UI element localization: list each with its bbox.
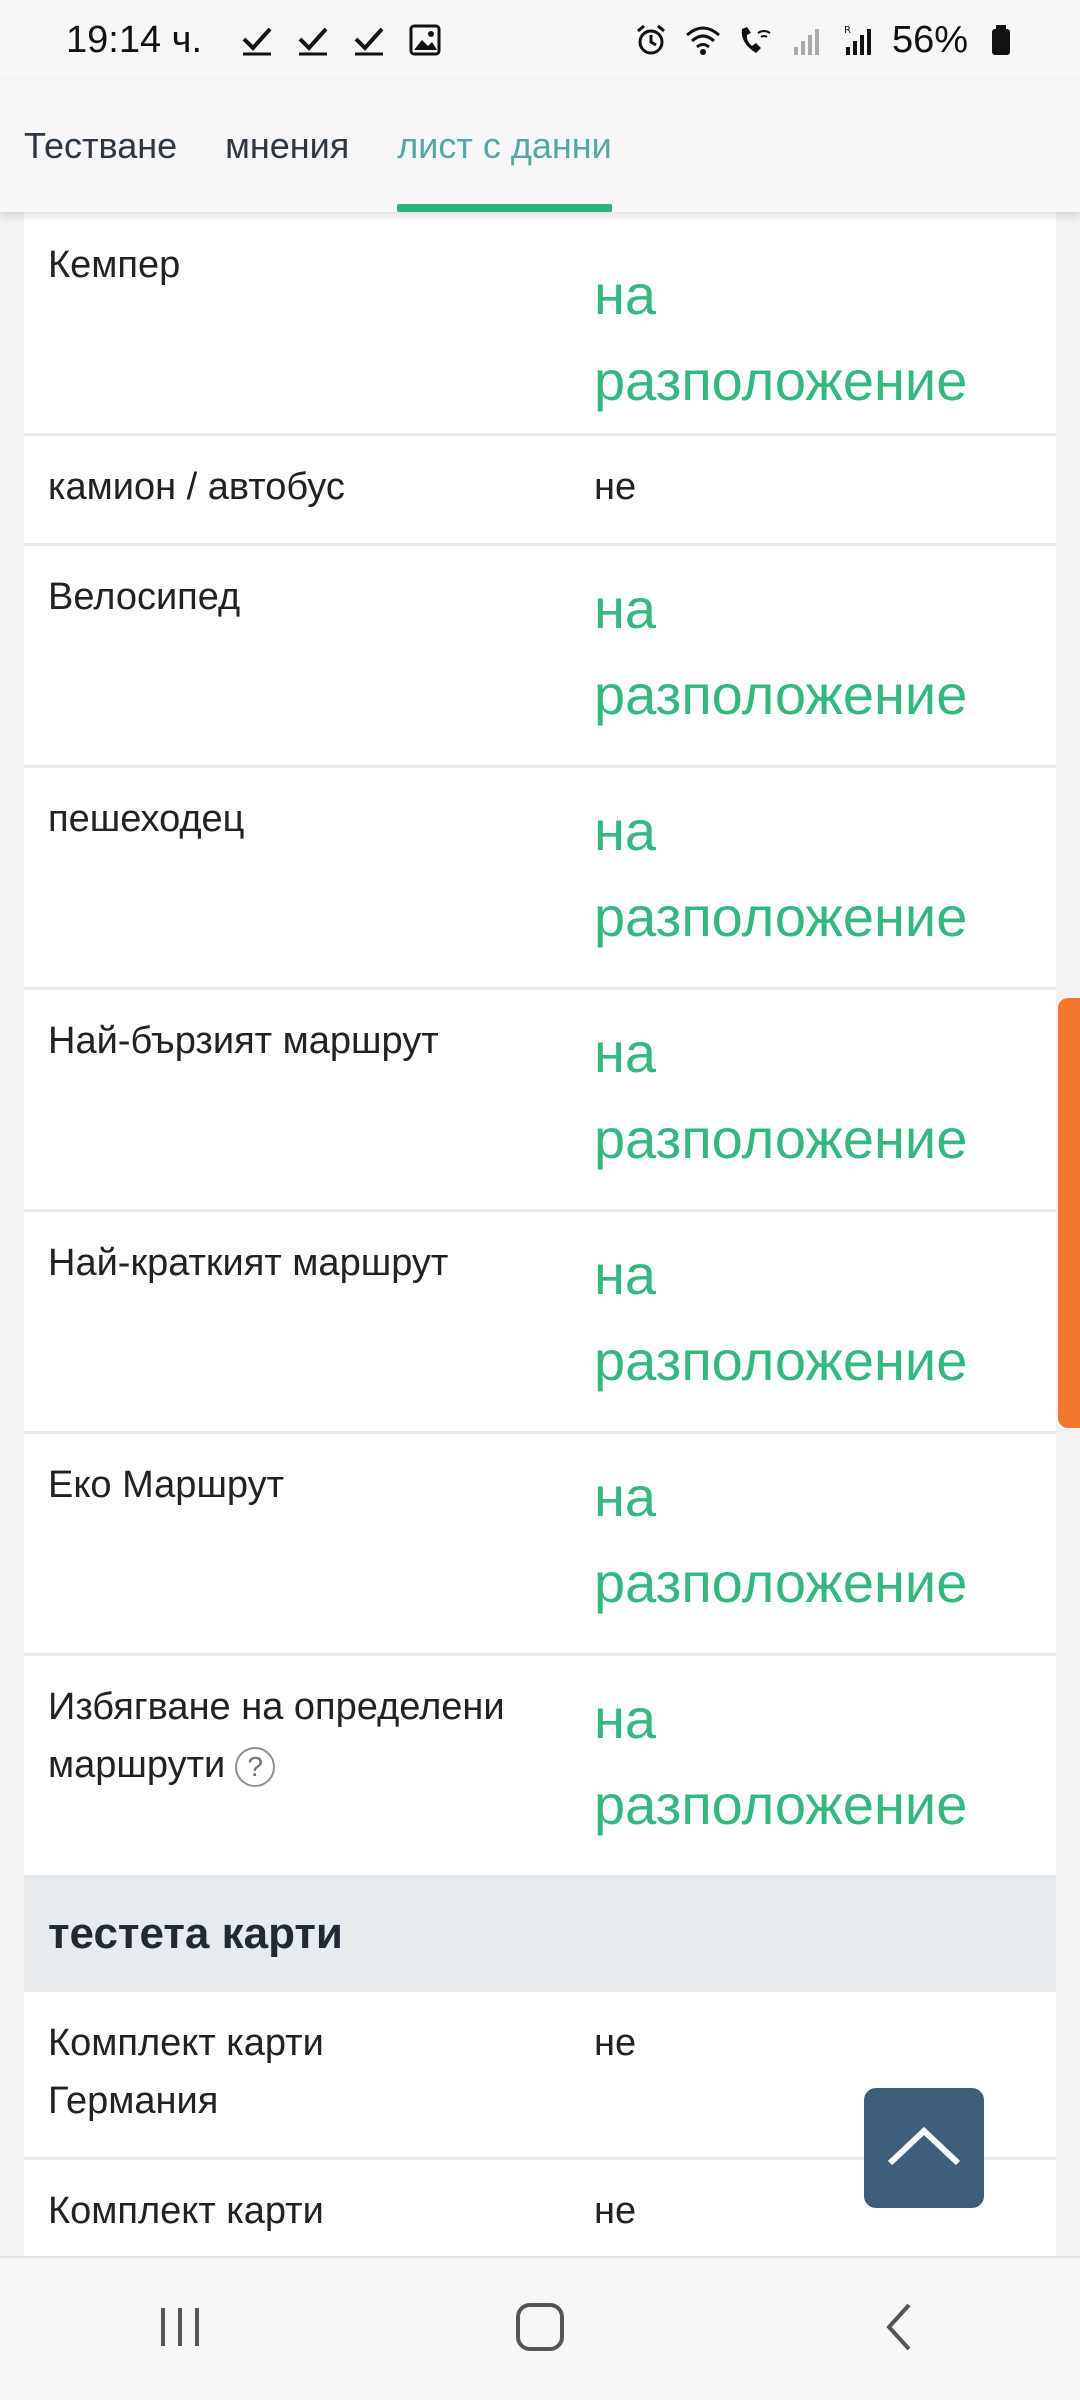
- row-value: на разположение: [594, 1465, 968, 1614]
- table-row: Най-бързият маршрут на разположение: [24, 990, 1056, 1212]
- home-icon: [512, 2299, 568, 2360]
- row-value: на разположение: [594, 1243, 968, 1392]
- row-value: на разположение: [594, 577, 968, 726]
- datasheet-table: Кемпер на разположение камион / автобус …: [24, 212, 1056, 2270]
- status-right: R 56%: [632, 19, 1020, 62]
- row-value: на разположение: [594, 1021, 968, 1170]
- recent-apps-button[interactable]: [120, 2289, 240, 2369]
- row-label: Комплект карти Германия: [48, 2022, 324, 2122]
- row-label: пешеходец: [48, 798, 245, 840]
- row-label: Комплект карти: [48, 2190, 324, 2232]
- tab-label: лист с данни: [397, 125, 612, 166]
- scroll-to-top-button[interactable]: [864, 2088, 984, 2208]
- tab-testing[interactable]: Тестване: [0, 80, 201, 212]
- active-tab-indicator: [397, 204, 612, 212]
- table-row: Еко Маршрут на разположение: [24, 1434, 1056, 1656]
- battery-percent: 56%: [891, 18, 968, 61]
- battery-icon: [982, 21, 1020, 59]
- row-value: не: [594, 466, 637, 508]
- row-label: Кемпер: [48, 244, 181, 286]
- row-label: камион / автобус: [48, 466, 345, 508]
- back-button[interactable]: [840, 2289, 960, 2369]
- tab-label: мнения: [225, 125, 350, 166]
- back-icon: [875, 2299, 925, 2360]
- check-icon: [350, 21, 388, 59]
- tab-datasheet[interactable]: лист с данни: [373, 80, 636, 212]
- row-value: на разположение: [594, 1687, 968, 1836]
- table-row: Кемпер на разположение: [24, 212, 1056, 436]
- status-left: 19:14 ч.: [66, 19, 444, 62]
- svg-text:R: R: [844, 25, 851, 36]
- wifi-call-icon: [736, 21, 774, 59]
- row-label: Велосипед: [48, 576, 241, 618]
- row-value: на разположение: [594, 799, 968, 948]
- help-icon[interactable]: ?: [235, 1746, 276, 1787]
- image-icon: [406, 21, 444, 59]
- row-label-text: Избягване на определени маршрути: [48, 1686, 505, 1786]
- tab-label: Тестване: [24, 125, 178, 166]
- section-header: тестета карти: [24, 1878, 1056, 1992]
- home-button[interactable]: [480, 2289, 600, 2369]
- table-row: Избягване на определени маршрути? на раз…: [24, 1656, 1056, 1878]
- check-icon: [294, 21, 332, 59]
- row-label: Избягване на определени маршрути?: [24, 1656, 594, 1875]
- status-time: 19:14 ч.: [66, 18, 203, 61]
- row-label: Най-краткият маршрут: [48, 1242, 449, 1284]
- recents-icon: [155, 2302, 205, 2357]
- app-root: 19:14 ч. R 56% Тестване мнения лист с да…: [0, 0, 1080, 2400]
- wifi-icon: [684, 21, 722, 59]
- table-row: камион / автобус не: [24, 436, 1056, 546]
- system-nav-bar: [0, 2256, 1080, 2400]
- table-row: Велосипед на разположение: [24, 546, 1056, 768]
- row-label: Еко Маршрут: [48, 1464, 285, 1506]
- table-row: Най-краткият маршрут на разположение: [24, 1212, 1056, 1434]
- chevron-up-icon: [884, 2121, 964, 2176]
- feedback-side-tab[interactable]: [1058, 998, 1080, 1428]
- table-row: пешеходец на разположение: [24, 768, 1056, 990]
- status-bar: 19:14 ч. R 56%: [0, 0, 1080, 80]
- check-icon: [238, 21, 276, 59]
- row-value: на разположение: [594, 263, 968, 412]
- tab-reviews[interactable]: мнения: [201, 80, 373, 212]
- signal-roaming-icon: R: [840, 21, 878, 59]
- signal-icon: [788, 21, 826, 59]
- row-label: Най-бързият маршрут: [48, 1020, 439, 1062]
- tab-bar: Тестване мнения лист с данни: [0, 80, 1080, 212]
- alarm-icon: [632, 21, 670, 59]
